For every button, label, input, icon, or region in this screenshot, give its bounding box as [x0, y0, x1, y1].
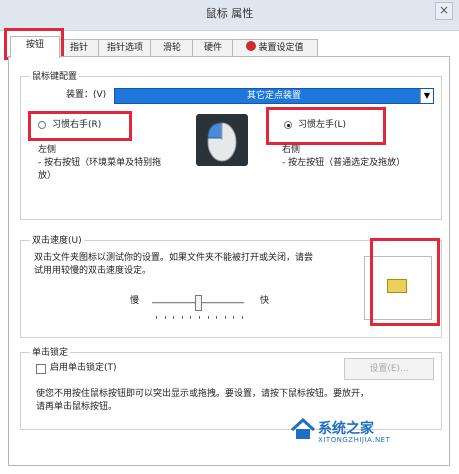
tab-label: 滑轮 [162, 43, 181, 53]
button-config-label: 鼠标键配置 [30, 69, 80, 82]
click-lock-label: 单击锁定 [30, 345, 71, 358]
click-lock-desc: 使您不用按住鼠标按钮即可以突出显示或拖拽。要设置，请按下鼠标按钮。要放开， [36, 389, 370, 399]
tab-label: 指针选项 [106, 43, 143, 53]
tab-pointer-options[interactable]: 指针选项 [98, 39, 152, 57]
slow-label: 慢 [130, 296, 140, 306]
tab-buttons[interactable]: 按钮 [10, 36, 60, 58]
speed-slider-thumb[interactable] [195, 295, 202, 311]
right-title: 右侧 [282, 145, 301, 155]
highlight-frame [266, 107, 386, 145]
watermark-url: XITONGZHIJIA.NET [318, 436, 391, 444]
double-click-label: 双击速度(U) [30, 233, 84, 246]
window-title: 鼠标 属性 [0, 0, 459, 31]
fast-label: 快 [260, 296, 270, 306]
house-logo-icon [290, 418, 316, 439]
device-settings-icon [246, 41, 257, 51]
tab-device-settings[interactable]: 装置设定值 [232, 39, 318, 57]
left-title: 左侧 [38, 145, 57, 155]
highlight-frame [370, 238, 440, 326]
left-desc-cont: 放） [38, 171, 57, 181]
click-lock-desc-cont: 请再单击鼠标按钮。 [36, 402, 118, 412]
tab-wheel[interactable]: 滑轮 [150, 39, 194, 57]
tab-label: 指针 [69, 43, 88, 53]
tab-hardware[interactable]: 硬件 [192, 39, 234, 57]
device-select-value: 其它定点装置 [246, 91, 301, 101]
speed-slider-ticks [156, 316, 244, 320]
click-lock-settings-button[interactable]: 设置(E)... [344, 358, 434, 380]
click-lock-checkbox[interactable] [36, 364, 46, 374]
double-click-desc-cont: 试用用较慢的双击速度设定。 [34, 266, 152, 276]
slider-tick [190, 316, 192, 319]
double-click-desc: 双击文件夹图标以测试你的设置。如果文件夹不能被打开或关闭，请尝 [34, 253, 314, 263]
highlight-frame [28, 111, 132, 141]
right-desc: - 按左按钮（普通选定及拖放） [282, 158, 406, 168]
tab-label: 硬件 [203, 43, 222, 53]
slider-tick [181, 316, 183, 319]
tab-label: 装置设定值 [258, 43, 304, 53]
click-lock-checkbox-label[interactable]: 启用单击锁定(T) [50, 362, 117, 375]
slider-tick [216, 316, 218, 319]
slider-tick [156, 316, 157, 319]
close-button[interactable]: × [435, 2, 453, 20]
slider-tick [242, 316, 243, 319]
device-label: 装置：(V) [66, 90, 107, 100]
slider-tick [199, 316, 200, 319]
slider-tick [164, 316, 166, 319]
slider-tick [207, 316, 209, 319]
mouse-icon [196, 114, 248, 166]
device-select[interactable]: 其它定点装置 ▼ [114, 88, 434, 104]
tab-label: 按钮 [25, 40, 44, 50]
slider-tick [224, 316, 226, 319]
slider-tick [173, 316, 175, 319]
chevron-down-icon[interactable]: ▼ [420, 89, 433, 103]
tab-pointers[interactable]: 指针 [58, 39, 100, 57]
watermark-text: 系统之家 [318, 421, 374, 437]
slider-tick [233, 316, 235, 319]
left-desc: - 按右按钮（环境菜单及特别拖 [38, 158, 162, 168]
